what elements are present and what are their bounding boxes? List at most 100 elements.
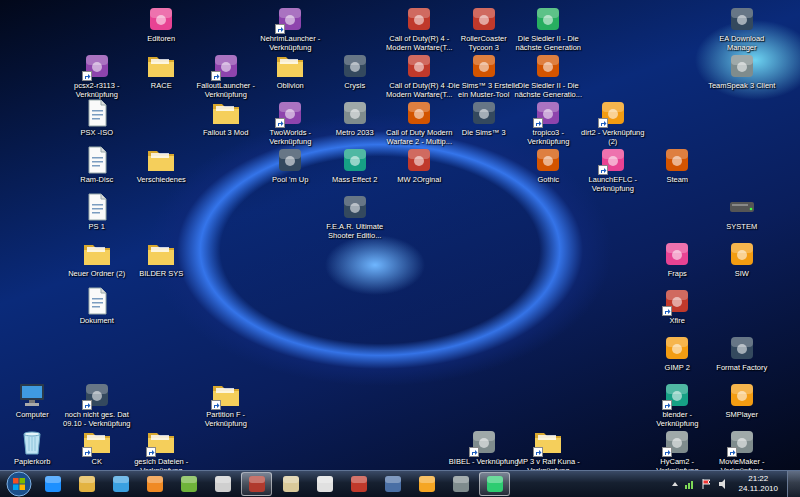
- desktop-icon[interactable]: gesich Dateien -Verknüpfung: [129, 425, 194, 472]
- desktop-icon[interactable]: TwoWorlds -Verknüpfung: [258, 96, 323, 143]
- desktop-icon[interactable]: dirt2 - Verknüpfung(2): [581, 96, 646, 143]
- desktop-icon[interactable]: RACE: [129, 49, 194, 96]
- desktop-icon[interactable]: Editoren: [129, 2, 194, 49]
- desktop-icon[interactable]: noch nicht ges. Dat09.10 - Verknüpfung: [65, 378, 130, 425]
- desktop-icon[interactable]: PS 1: [65, 190, 130, 237]
- icon-label: GIMP 2: [665, 364, 690, 373]
- start-button[interactable]: [4, 471, 34, 497]
- icon-label: HyCam2 -: [660, 458, 694, 467]
- app-icon: [340, 145, 370, 175]
- clock[interactable]: 21:22 24.11.2010: [735, 474, 782, 494]
- taskbar-button[interactable]: [479, 472, 510, 496]
- desktop-icon[interactable]: Call of Duty(R) 4 -Modern Warfare(T...: [387, 2, 452, 49]
- taskbar-button[interactable]: [445, 472, 476, 496]
- icon-label: Fallout 3 Mod: [203, 129, 248, 138]
- clock-time: 21:22: [748, 474, 768, 484]
- icon-label: Die Siedler II - Die: [518, 35, 579, 44]
- program-icon: [145, 474, 165, 494]
- icon-label: RollerCoaster: [461, 35, 507, 44]
- taskbar-button[interactable]: [411, 472, 442, 496]
- icon-label: F.E.A.R. Ultimate: [326, 223, 383, 232]
- desktop-icon[interactable]: Xfire: [645, 284, 710, 331]
- show-hidden-icons-icon[interactable]: [671, 480, 679, 488]
- desktop-icon[interactable]: MP 3 v Ralf Kuna -Verknüpfung: [516, 425, 581, 472]
- taskbar-button[interactable]: [207, 472, 238, 496]
- taskbar-button[interactable]: [377, 472, 408, 496]
- shortcut-arrow-icon: [82, 71, 92, 81]
- desktop-icon[interactable]: Partition F -Verknüpfung: [194, 378, 259, 425]
- desktop-icon[interactable]: HyCam2 -Verknüpfung: [645, 425, 710, 472]
- taskbar-button[interactable]: [241, 472, 272, 496]
- recycle-bin-icon: [17, 427, 47, 457]
- desktop-icon[interactable]: LaunchEFLC -Verknüpfung: [581, 143, 646, 190]
- taskbar-button[interactable]: [71, 472, 102, 496]
- desktop-icon[interactable]: Die Sims™ 3 Erstelleein Muster-Tool: [452, 49, 517, 96]
- desktop-icon[interactable]: SIW: [710, 237, 775, 284]
- show-desktop-button[interactable]: [787, 471, 800, 497]
- taskbar-button[interactable]: [309, 472, 340, 496]
- desktop-icon[interactable]: BIBEL - Verknüpfung: [452, 425, 517, 472]
- icon-label: SMPlayer: [725, 411, 758, 420]
- desktop-icon[interactable]: SYSTEM: [710, 190, 775, 237]
- desktop-icon[interactable]: MovieMaker -Verknüpfung: [710, 425, 775, 472]
- shortcut-arrow-icon: [598, 118, 608, 128]
- desktop-icon[interactable]: Die Sims™ 3: [452, 96, 517, 143]
- desktop-icon[interactable]: FalloutLauncher -Verknüpfung: [194, 49, 259, 96]
- taskbar-button[interactable]: [105, 472, 136, 496]
- desktop-icon[interactable]: Mass Effect 2: [323, 143, 388, 190]
- desktop-icon[interactable]: Oblivion: [258, 49, 323, 96]
- document-icon: [82, 98, 112, 128]
- desktop-icon[interactable]: Crysis: [323, 49, 388, 96]
- desktop-icon[interactable]: PSX -ISO: [65, 96, 130, 143]
- icon-label: nächste Generation: [516, 44, 581, 53]
- desktop-icon[interactable]: Metro 2033: [323, 96, 388, 143]
- volume-icon[interactable]: [718, 478, 730, 490]
- desktop-icon[interactable]: Steam: [645, 143, 710, 190]
- desktop-icon[interactable]: Ram-Disc: [65, 143, 130, 190]
- icon-label: Call of Duty(R) 4 -: [389, 82, 449, 91]
- desktop-icon[interactable]: Gothic: [516, 143, 581, 190]
- desktop-icon[interactable]: Call of Duty ModernWarfare 2 - Multip...: [387, 96, 452, 143]
- taskbar-button[interactable]: [275, 472, 306, 496]
- system-tray: 21:22 24.11.2010: [671, 471, 800, 497]
- desktop-icon[interactable]: Die Siedler II - Dienächste Generatio...: [516, 49, 581, 96]
- icon-label: gesich Dateien -: [134, 458, 188, 467]
- desktop-icon[interactable]: Computer: [0, 378, 65, 425]
- network-icon[interactable]: [684, 478, 696, 490]
- desktop-icon[interactable]: BILDER SYS: [129, 237, 194, 284]
- desktop-icon[interactable]: Fallout 3 Mod: [194, 96, 259, 143]
- desktop-icon[interactable]: Call of Duty(R) 4 -Modern Warfare(T...: [387, 49, 452, 96]
- app-icon: [662, 239, 692, 269]
- desktop-icon[interactable]: Pool 'm Up: [258, 143, 323, 190]
- program-icon: [349, 474, 369, 494]
- desktop-icon[interactable]: pcsx2-r3113 -Verknüpfung: [65, 49, 130, 96]
- desktop-icon[interactable]: TeamSpeak 3 Client: [710, 49, 775, 96]
- desktop-icon[interactable]: Die Siedler II - Dienächste Generation: [516, 2, 581, 49]
- taskbar-button[interactable]: [343, 472, 374, 496]
- desktop-icon[interactable]: CK: [65, 425, 130, 472]
- taskbar-button[interactable]: [37, 472, 68, 496]
- desktop-icon[interactable]: SMPlayer: [710, 378, 775, 425]
- desktop-icon[interactable]: tropico3 -Verknüpfung: [516, 96, 581, 143]
- desktop-icon[interactable]: Papierkorb: [0, 425, 65, 472]
- flag-icon[interactable]: [701, 478, 713, 490]
- desktop-icon[interactable]: Neuer Ordner (2): [65, 237, 130, 284]
- shortcut-arrow-icon: [727, 447, 737, 457]
- folder-icon: [146, 145, 176, 175]
- desktop-icon[interactable]: blender -Verknüpfung: [645, 378, 710, 425]
- app-icon: [275, 145, 305, 175]
- desktop-icon[interactable]: Dokument: [65, 284, 130, 331]
- desktop-icon[interactable]: RollerCoasterTycoon 3: [452, 2, 517, 49]
- desktop-icon[interactable]: Verschiedenes: [129, 143, 194, 190]
- desktop-icon[interactable]: Format Factory: [710, 331, 775, 378]
- app-icon: [340, 192, 370, 222]
- taskbar-button[interactable]: [173, 472, 204, 496]
- desktop-icon[interactable]: F.E.A.R. UltimateShooter Editio...: [323, 190, 388, 237]
- shortcut-arrow-icon: [211, 71, 221, 81]
- desktop-icon[interactable]: EA DownloadManager: [710, 2, 775, 49]
- desktop-icon[interactable]: MW 2Orginal: [387, 143, 452, 190]
- taskbar-button[interactable]: [139, 472, 170, 496]
- desktop-icon[interactable]: NehrimLauncher -Verknüpfung: [258, 2, 323, 49]
- desktop-icon[interactable]: Fraps: [645, 237, 710, 284]
- desktop-icon[interactable]: GIMP 2: [645, 331, 710, 378]
